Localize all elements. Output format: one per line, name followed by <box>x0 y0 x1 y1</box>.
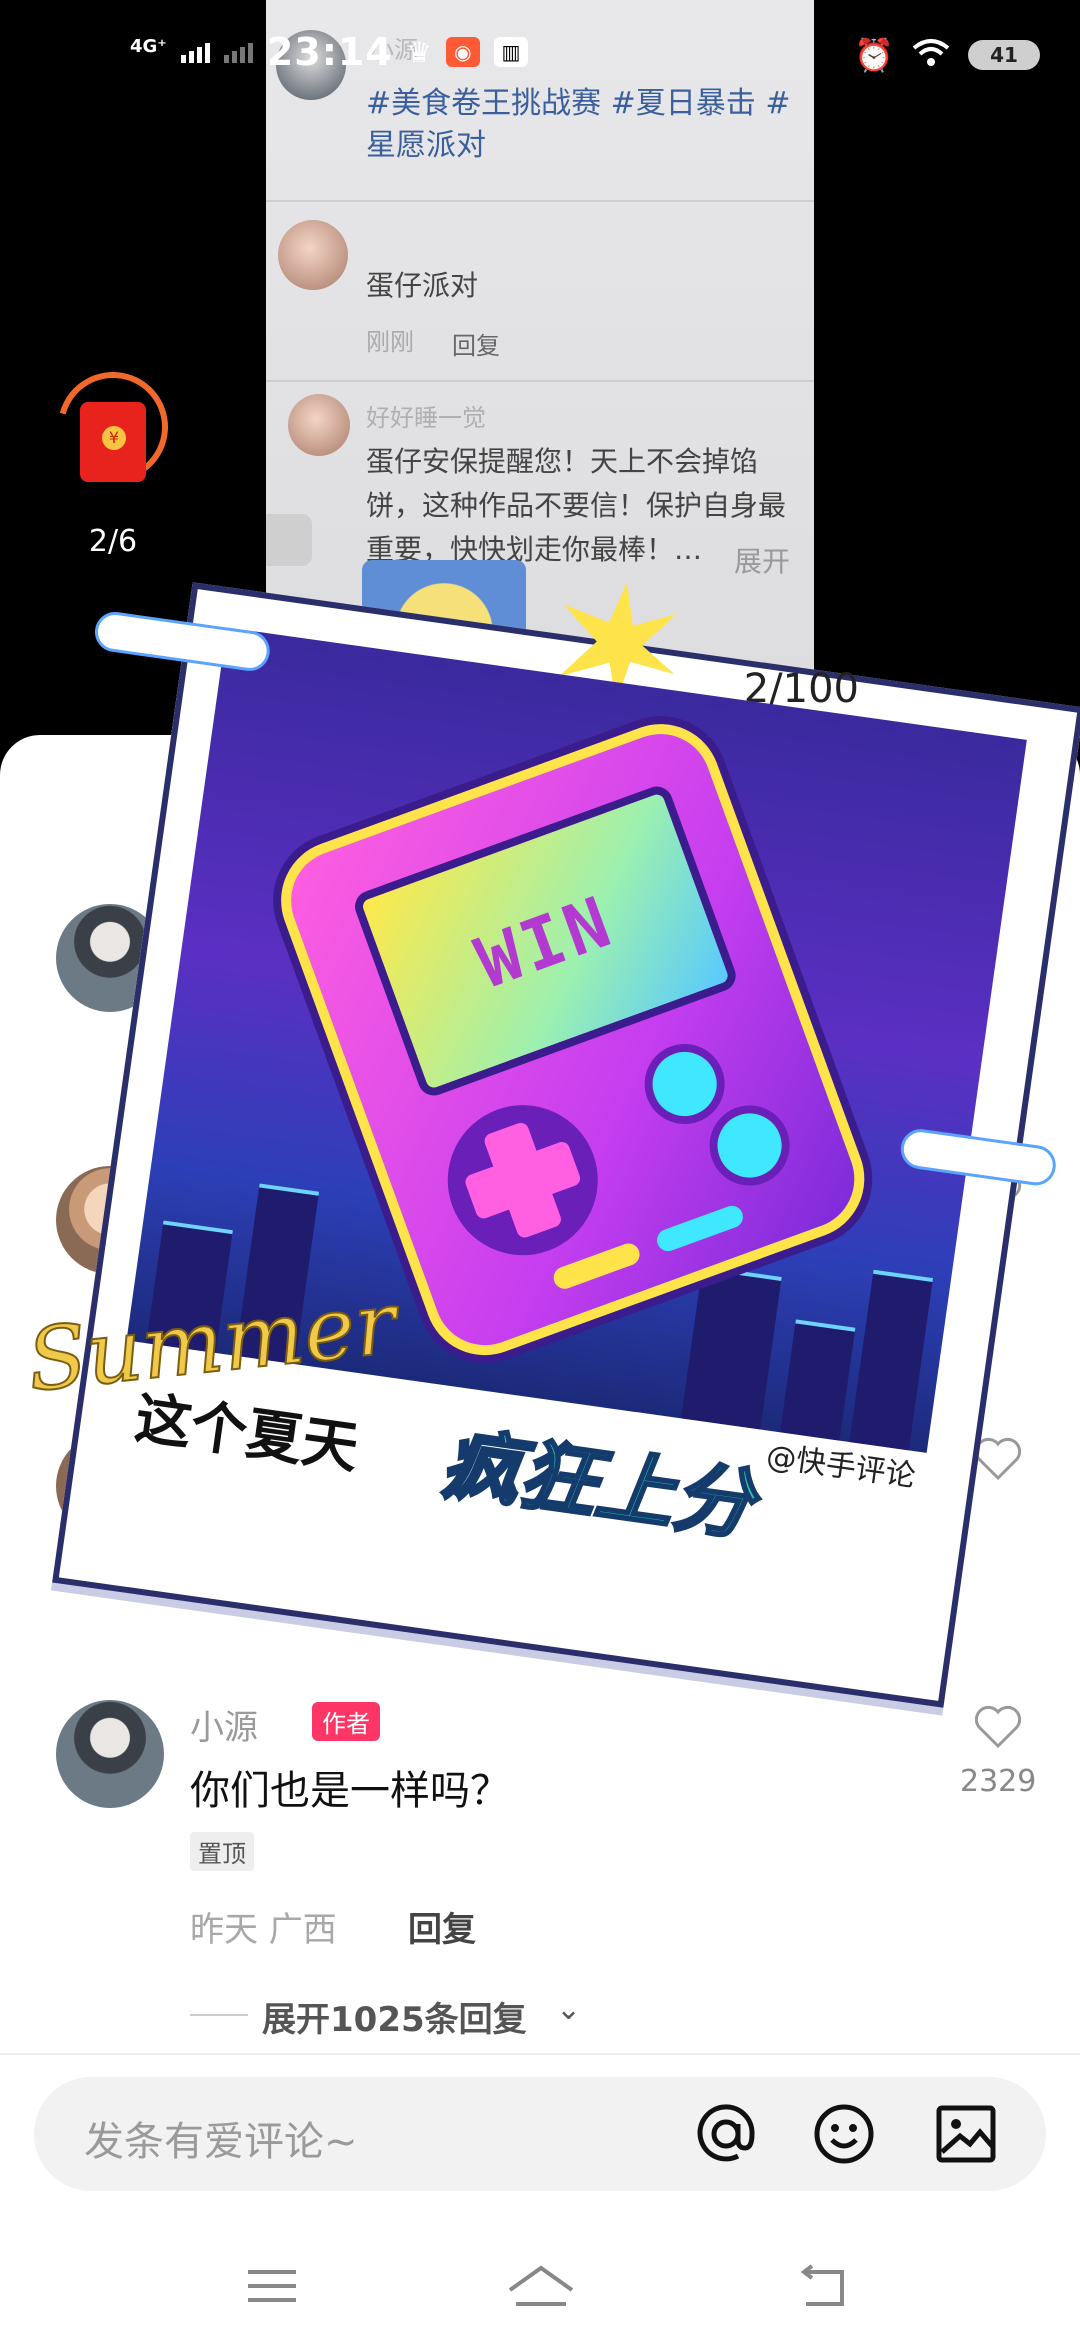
comment-text[interactable]: 你们也是一样吗？ <box>190 1758 510 1816</box>
system-nav-bar <box>0 2220 1080 2340</box>
win-text: WIN <box>465 880 625 1005</box>
book-icon: ▥ <box>493 37 528 67</box>
clock: 23:14 <box>266 30 393 74</box>
red-envelope-icon <box>80 402 146 482</box>
at-icon[interactable] <box>694 2102 758 2166</box>
video-comment2-line2: 饼，这种作品不要信！保护自身最 <box>366 489 787 522</box>
video-avatar-3 <box>288 394 350 456</box>
comment-input-placeholder: 发条有爱评论~ <box>84 2119 358 2165</box>
home-icon[interactable] <box>506 2256 576 2316</box>
chevron-down-icon[interactable]: ⌄ <box>556 1992 581 2027</box>
video-avatar-2 <box>278 220 348 290</box>
comment-author-name[interactable]: 小源 <box>190 1700 258 1749</box>
wifi-icon <box>912 38 950 72</box>
video-comment2-more: 展开 <box>734 545 791 578</box>
crown-icon: ♛ <box>406 35 432 69</box>
video-comment1-reply: 回复 <box>452 332 500 360</box>
alarm-icon: ⏰ <box>854 36 894 74</box>
reply-button[interactable]: 回复 <box>408 1902 476 1951</box>
image-icon[interactable] <box>934 2102 998 2166</box>
red-packet-button[interactable] <box>37 351 189 503</box>
author-badge: 作者 <box>312 1702 380 1741</box>
battery-indicator: 41 <box>968 40 1040 70</box>
comment-input[interactable]: 发条有爱评论~ <box>34 2077 1046 2191</box>
menu-icon[interactable] <box>242 2256 302 2316</box>
network-label: 4G⁺ <box>130 35 167 57</box>
video-red-tag <box>266 514 312 566</box>
video-comment2-name: 好好睡一觉 <box>366 404 486 432</box>
like-heart-icon[interactable] <box>972 1700 1024 1752</box>
red-packet-count: 2/6 <box>88 524 138 559</box>
like-count: 2329 <box>960 1764 1037 1799</box>
video-comment1-time: 刚刚 <box>366 328 414 356</box>
author-avatar[interactable] <box>56 1700 164 1808</box>
dpad-graphic <box>426 1084 619 1277</box>
comment-time-location: 昨天 广西 <box>190 1910 337 1950</box>
emoji-icon[interactable] <box>812 2102 876 2166</box>
video-comment2-line1: 蛋仔安保提醒您！天上不会掉馅 <box>366 445 759 478</box>
expand-replies-button[interactable]: 展开1025条回复 <box>262 1992 527 2041</box>
video-top-tags-2: 星愿派对 <box>366 128 486 163</box>
video-comment1-text: 蛋仔派对 <box>366 269 479 302</box>
pinned-badge: 置顶 <box>190 1832 254 1871</box>
signal-2-icon <box>223 41 253 63</box>
back-icon[interactable] <box>792 2256 852 2316</box>
app-icon: ◉ <box>445 37 480 67</box>
signal-icon <box>180 41 210 63</box>
summer-sticker-image: 2/100 WIN Summer @快手评论 这个夏天 疯狂上分 <box>22 582 1080 1708</box>
status-bar: 4G⁺ 23:14 ♛ ◉ ▥ ⏰ 41 <box>0 0 1080 110</box>
